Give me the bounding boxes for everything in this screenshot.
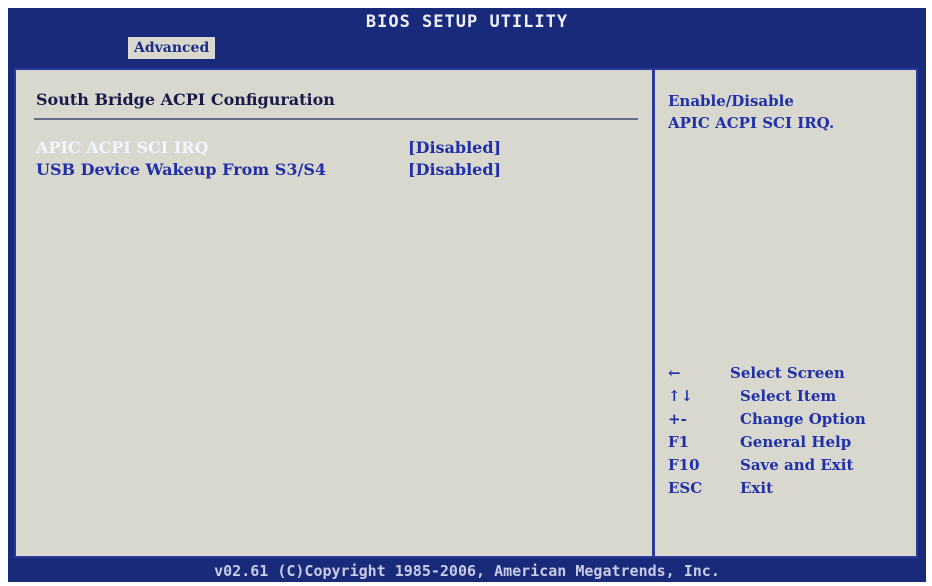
title-bar: BIOS SETUP UTILITY (8, 8, 926, 36)
panel-divider (652, 70, 655, 556)
tab-advanced[interactable]: Advanced (128, 37, 216, 59)
key-desc: Exit (740, 479, 774, 497)
plus-minus-key: +- (668, 410, 687, 428)
tab-bar: Advanced (8, 36, 926, 62)
section-title: South Bridge ACPI Configuration (36, 90, 335, 109)
main-panel: South Bridge ACPI Configuration APIC ACP… (14, 68, 918, 558)
key-desc: Select Item (740, 387, 837, 405)
key-row-save-exit: F10 Save and Exit (668, 456, 908, 479)
help-line: APIC ACPI SCI IRQ. (668, 114, 835, 132)
f1-key: F1 (668, 433, 690, 451)
option-label: USB Device Wakeup From S3/S4 (36, 160, 327, 179)
help-panel: Enable/Disable APIC ACPI SCI IRQ. (668, 90, 908, 134)
option-apic-acpi-sci-irq[interactable]: APIC ACPI SCI IRQ [Disabled] (36, 138, 636, 160)
copyright-text: v02.61 (C)Copyright 1985-2006, American … (214, 562, 720, 580)
key-row-select-item: ↑↓ Select Item (668, 387, 908, 410)
option-label: APIC ACPI SCI IRQ (36, 138, 209, 157)
key-legend: ← Select Screen ↑↓ Select Item +- Change… (668, 364, 908, 502)
footer-bar: v02.61 (C)Copyright 1985-2006, American … (8, 560, 926, 582)
option-value[interactable]: [Disabled] (408, 138, 501, 157)
up-down-arrow-key: ↑↓ (668, 387, 694, 405)
help-line: Enable/Disable (668, 92, 794, 110)
key-desc: Save and Exit (740, 456, 854, 474)
left-arrow-key: ← (668, 364, 681, 382)
bios-screen: BIOS SETUP UTILITY Advanced South Bridge… (8, 8, 926, 582)
section-divider (34, 118, 638, 120)
key-desc: General Help (740, 433, 852, 451)
bios-title: BIOS SETUP UTILITY (365, 12, 569, 32)
f10-key: F10 (668, 456, 700, 474)
key-row-exit: ESC Exit (668, 479, 908, 502)
key-desc: Select Screen (730, 364, 845, 382)
key-row-general-help: F1 General Help (668, 433, 908, 456)
key-row-select-screen: ← Select Screen (668, 364, 908, 387)
option-usb-device-wakeup[interactable]: USB Device Wakeup From S3/S4 [Disabled] (36, 160, 636, 182)
key-desc: Change Option (740, 410, 866, 428)
key-row-change-option: +- Change Option (668, 410, 908, 433)
esc-key: ESC (668, 479, 703, 497)
option-value[interactable]: [Disabled] (408, 160, 501, 179)
